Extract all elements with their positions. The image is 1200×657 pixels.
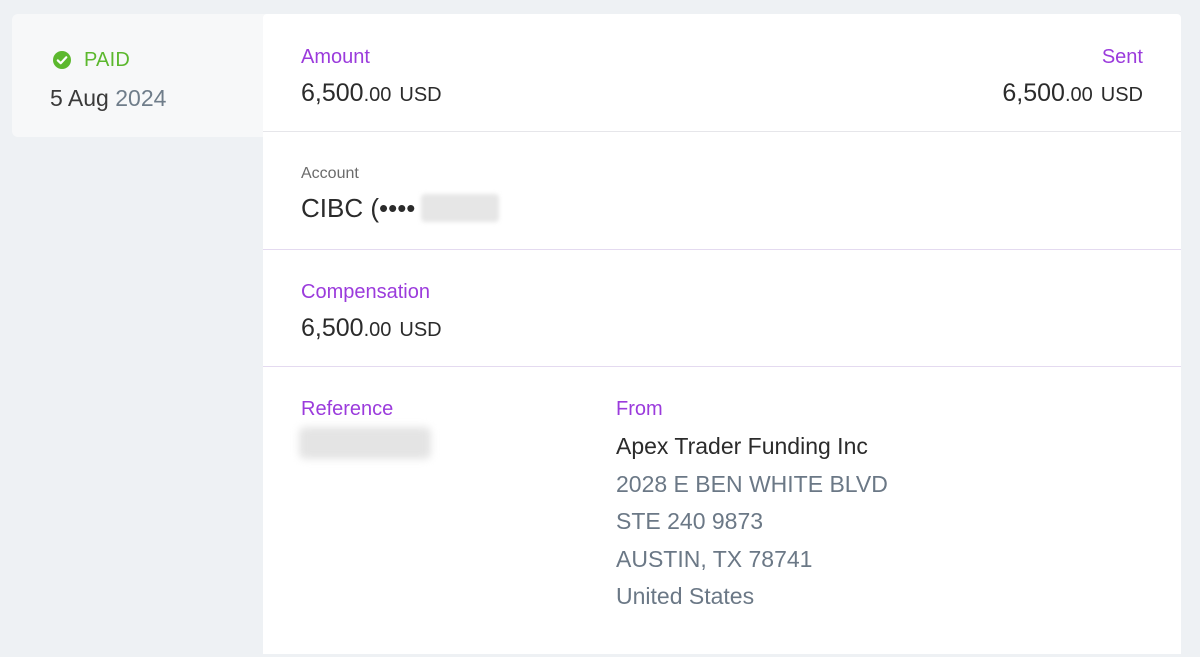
amount-cents: .00: [363, 84, 392, 106]
amount-section: Amount 6,500.00 USD Sent 6,500.00 USD: [263, 14, 1181, 131]
sent-label: Sent: [1101, 46, 1143, 68]
amount-whole: 6,500: [301, 79, 364, 107]
from-address-line-2: STE 240 9873: [616, 508, 764, 534]
compensation-label: Compensation: [301, 281, 430, 303]
account-label: Account: [301, 165, 359, 182]
compensation-whole: 6,500: [301, 314, 364, 342]
reference-label: Reference: [301, 398, 394, 420]
from-address-country: United States: [616, 583, 755, 609]
from-address-line-1: 2028 E BEN WHITE BLVD: [616, 471, 888, 497]
account-text: CIBC (••••: [301, 193, 416, 223]
amount-value: 6,500.00 USD: [301, 78, 442, 110]
compensation-value: 6,500.00 USD: [301, 313, 442, 345]
compensation-cents: .00: [363, 319, 392, 341]
account-section: Account CIBC (••••: [263, 132, 1181, 249]
status-badge: PAID: [84, 49, 130, 71]
reference-from-section: Reference From Apex Trader Funding Inc 2…: [263, 367, 1181, 657]
redacted-account-number: [421, 194, 500, 222]
status-row: PAID: [52, 48, 130, 72]
sent-currency: USD: [1100, 84, 1143, 106]
compensation-section: Compensation 6,500.00 USD: [263, 250, 1181, 366]
payment-date: 5 Aug 2024: [50, 84, 166, 112]
sent-cents: .00: [1064, 84, 1093, 106]
payment-status-card: PAID 5 Aug 2024: [12, 14, 274, 137]
amount-currency: USD: [399, 84, 442, 106]
compensation-currency: USD: [399, 319, 442, 341]
check-circle-icon: [53, 51, 71, 69]
sent-value: 6,500.00 USD: [1002, 78, 1143, 110]
redacted-reference-value: [299, 427, 431, 459]
from-name: Apex Trader Funding Inc: [616, 433, 868, 459]
from-label: From: [616, 398, 663, 420]
amount-label: Amount: [301, 46, 370, 68]
account-value: CIBC (••••: [301, 192, 500, 224]
payment-details-card: Amount 6,500.00 USD Sent 6,500.00 USD Acco…: [263, 14, 1181, 654]
payment-date-day-month: 5 Aug: [50, 85, 109, 111]
sent-whole: 6,500: [1002, 79, 1065, 107]
payment-date-year: 2024: [115, 85, 167, 111]
from-address-line-3: AUSTIN, TX 78741: [616, 546, 813, 572]
